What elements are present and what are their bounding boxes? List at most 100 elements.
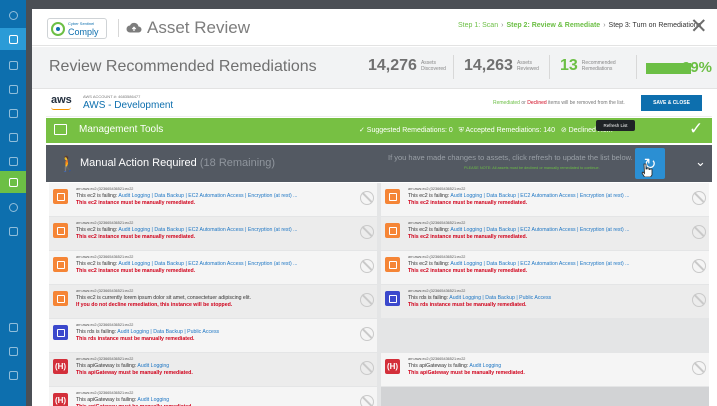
card-name: This ec2 is failing: <box>408 227 450 233</box>
card-warning: This rds instance must be manually remed… <box>408 302 527 308</box>
accepted-remediations: Accepted Remediations: 140 <box>465 127 555 134</box>
remediation-card[interactable]: arn:aws:ec2:(323665436521:ec22 This rds i… <box>381 285 709 318</box>
service-glyph <box>388 192 397 201</box>
modal-header: Cyber Sentinel Comply Asset Review Step … <box>32 9 717 46</box>
card-failed-checks[interactable]: Audit Logging <box>469 363 501 369</box>
nav-clipboard-icon[interactable] <box>0 220 26 242</box>
nav-check-icon[interactable] <box>0 126 26 148</box>
manual-action-bar: 🚶 Manual Action Required (18 Remaining) … <box>46 145 712 182</box>
refresh-message: If you have made changes to assets, clic… <box>388 153 633 162</box>
decline-ban-icon[interactable] <box>360 191 374 205</box>
card-name: This ec2 is failing: <box>408 193 450 199</box>
nav-search-icon[interactable] <box>0 196 26 218</box>
card-arn: arn:aws:ec2:(323665436521:ec22 <box>408 255 466 259</box>
service-glyph <box>56 328 65 337</box>
remediation-card[interactable]: arn:aws:ec2:(323665436521:ec22 This ec2 i… <box>49 217 377 250</box>
remediation-card[interactable]: arn:aws:ec2:(323665436521:ec22 This ec2 i… <box>49 285 377 318</box>
card-failed-checks[interactable]: Audit Logging | Data Backup | Public Acc… <box>449 295 551 301</box>
card-failed-checks[interactable]: Audit Logging <box>137 397 169 403</box>
card-failed-checks[interactable]: Audit Logging | Data Backup | EC2 Automa… <box>450 261 629 267</box>
note-remediated: Remediated <box>493 100 520 106</box>
remediation-card[interactable]: arn:aws:ec2:(323665436521:ec22 This ec2 i… <box>381 217 709 250</box>
checkmark-icon: ✓ <box>689 119 704 138</box>
manual-title-text: Manual Action Required <box>80 157 197 169</box>
save-close-button[interactable]: SAVE & CLOSE <box>641 95 702 111</box>
remediation-card[interactable]: arn:aws:ec2:(323665436521:ec22 This ec2 i… <box>381 251 709 284</box>
card-arn: arn:aws:ec2:(323665436521:ec22 <box>76 323 134 327</box>
save-close-label: SAVE & CLOSE <box>653 100 690 106</box>
card-failing-text: This apiGateway is failing: Audit Loggin… <box>76 363 169 369</box>
decline-ban-icon[interactable] <box>692 225 706 239</box>
card-failed-checks[interactable]: Audit Logging | Data Backup | Public Acc… <box>117 329 219 335</box>
rds-service-icon <box>385 291 400 306</box>
card-failed-checks[interactable]: Audit Logging | Data Backup | EC2 Automa… <box>118 261 297 267</box>
remediation-card[interactable]: arn:aws:ec2:(323665436521:ec22 This rds i… <box>49 319 377 352</box>
review-progress-percent: 99% <box>682 59 713 76</box>
decline-ban-icon[interactable] <box>360 293 374 307</box>
card-failed-checks[interactable]: Audit Logging | Data Backup | EC2 Automa… <box>450 227 629 233</box>
decline-ban-icon[interactable] <box>360 327 374 341</box>
decline-ban-icon[interactable] <box>360 225 374 239</box>
remediation-card[interactable]: (H) arn:aws:ec2:(323665436521:ec22 This ap… <box>49 353 377 386</box>
ec2-service-icon <box>53 223 68 238</box>
nav-network-icon[interactable] <box>0 28 26 50</box>
decline-ban-icon[interactable] <box>692 361 706 375</box>
nav-alerts-icon[interactable] <box>0 102 26 124</box>
stat-reviewed-label: Assets Reviewed <box>516 60 539 72</box>
card-name: This ec2 is failing: <box>76 193 118 199</box>
ec2-service-icon <box>53 291 68 306</box>
step-scan[interactable]: Step 1: Scan <box>458 22 498 29</box>
nav-logo-icon[interactable] <box>0 4 26 26</box>
apigw-glyph: (H) <box>54 362 67 371</box>
card-warning: This ec2 instance must be manually remed… <box>76 268 196 274</box>
nav-dollar-icon[interactable] <box>0 364 26 386</box>
close-icon[interactable]: ✕ <box>690 15 708 39</box>
card-failed-checks[interactable]: Audit Logging | Data Backup | EC2 Automa… <box>118 193 297 199</box>
step-review-remediate[interactable]: Step 2: Review & Remediate <box>506 22 600 29</box>
logo-text: Comply <box>68 27 99 37</box>
card-failed-checks[interactable]: Audit Logging | Data Backup | EC2 Automa… <box>450 193 629 199</box>
remediation-card[interactable]: arn:aws:ec2:(323665436521:ec22 This ec2 i… <box>381 183 709 216</box>
remediation-card[interactable]: (H) arn:aws:ec2:(323665436521:ec22 This ap… <box>49 387 377 406</box>
decline-ban-icon[interactable] <box>360 259 374 273</box>
step-arrow-icon: › <box>603 22 606 29</box>
page-title: Asset Review <box>147 18 250 37</box>
hand-pointer-cursor-icon <box>641 163 653 177</box>
card-name: This ec2 is failing: <box>76 227 118 233</box>
empty-card-slot <box>381 387 709 406</box>
nav-assets-icon[interactable] <box>0 54 26 76</box>
account-number: AWS ACCOUNT #: 4683586477 <box>83 94 141 99</box>
remediation-card-grid: arn:aws:ec2:(323665436521:ec22 This ec2 i… <box>49 183 709 406</box>
ec2-service-icon <box>385 257 400 272</box>
card-failing-text: This ec2 is failing: Audit Logging | Dat… <box>76 193 297 199</box>
remediation-card[interactable]: arn:aws:ec2:(323665436521:ec22 This ec2 i… <box>49 183 377 216</box>
stat-discovered-value: 14,276 <box>368 57 417 74</box>
monitor-icon <box>54 124 67 135</box>
card-arn: arn:aws:ec2:(323665436521:ec22 <box>76 289 134 293</box>
remediation-card[interactable]: arn:aws:ec2:(323665436521:ec22 This ec2 i… <box>49 251 377 284</box>
decline-ban-icon[interactable] <box>692 259 706 273</box>
card-arn: arn:aws:ec2:(323665436521:ec22 <box>76 255 134 259</box>
nav-reports-icon[interactable] <box>0 78 26 100</box>
nav-shield-icon[interactable] <box>0 150 26 172</box>
step-turn-on-remediations[interactable]: Step 3: Turn on Remediations <box>609 22 702 29</box>
decline-ban-icon[interactable] <box>360 395 374 406</box>
nav-users-icon[interactable] <box>0 340 26 362</box>
card-failed-checks[interactable]: Audit Logging <box>137 363 169 369</box>
card-warning: This ec2 instance must be manually remed… <box>76 200 196 206</box>
card-warning: This ec2 instance must be manually remed… <box>408 268 528 274</box>
decline-ban-icon[interactable] <box>360 361 374 375</box>
chevron-down-icon[interactable]: ⌄ <box>695 154 706 170</box>
card-arn: arn:aws:ec2:(323665436521:ec22 <box>408 221 466 225</box>
card-name: This ec2 is failing: <box>408 261 450 267</box>
account-note: Remediated or Declined items will be rem… <box>493 100 625 106</box>
nav-cloud-icon[interactable] <box>0 171 26 193</box>
card-arn: arn:aws:ec2:(323665436521:ec22 <box>76 221 134 225</box>
management-tools-title: Management Tools <box>79 124 164 135</box>
decline-ban-icon[interactable] <box>692 293 706 307</box>
remediation-card[interactable]: (H) arn:aws:ec2:(323665436521:ec22 This ap… <box>381 353 709 386</box>
decline-ban-icon[interactable] <box>692 191 706 205</box>
card-failed-checks[interactable]: Audit Logging | Data Backup | EC2 Automa… <box>118 227 297 233</box>
wizard-steps: Step 1: Scan › Step 2: Review & Remediate ›… <box>458 22 701 29</box>
nav-list-icon[interactable] <box>0 316 26 338</box>
